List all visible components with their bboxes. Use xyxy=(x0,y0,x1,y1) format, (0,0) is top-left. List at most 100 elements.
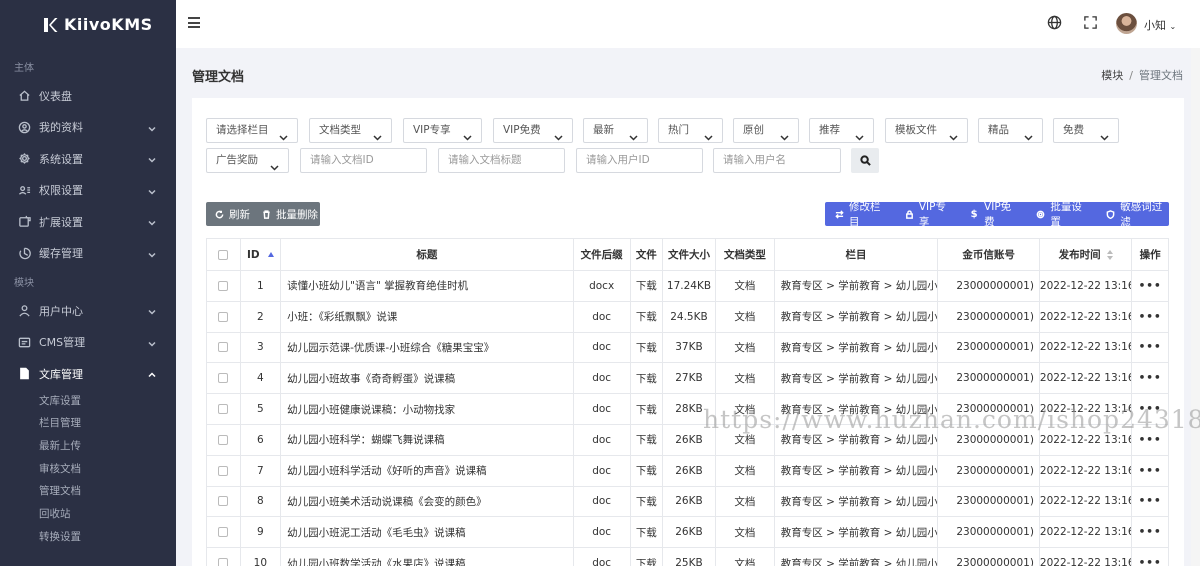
download-link[interactable]: 下载 xyxy=(629,300,664,333)
download-link[interactable]: 下载 xyxy=(629,485,664,518)
table-row[interactable]: 10 幼儿园小班数学活动《水果店》说课稿 doc 下载 25KB 文档 教育专区… xyxy=(206,547,1169,566)
row-checkbox[interactable] xyxy=(206,393,241,425)
sidebar-item-cms[interactable]: CMS管理 xyxy=(0,327,176,359)
more-actions-icon[interactable]: ••• xyxy=(1131,362,1169,395)
table-row[interactable]: 1 读懂小班幼儿"语言" 掌握教育绝佳时机 docx 下载 17.24KB 文档… xyxy=(206,270,1169,302)
sidebar-item-library[interactable]: 文库管理 xyxy=(0,358,176,390)
more-actions-icon[interactable]: ••• xyxy=(1131,300,1169,333)
table-row[interactable]: 7 幼儿园小班科学活动《好听的声音》说课稿 doc 下载 26KB 文档 教育专… xyxy=(206,454,1169,487)
document-type-select[interactable]: 文档类型 xyxy=(309,118,392,143)
table-row[interactable]: 2 小班：《彩纸飘飘》说课 doc 下载 24.5KB 文档 教育专区 > 学前… xyxy=(206,300,1169,333)
free-select[interactable]: 免费 xyxy=(1053,118,1119,143)
row-checkbox[interactable] xyxy=(206,454,241,487)
table-row[interactable]: 3 幼儿园示范课-优质课-小班综合《糖果宝宝》 doc 下载 37KB 文档 教… xyxy=(206,331,1169,364)
sidebar-subitem-library-settings[interactable]: 文库设置 xyxy=(0,390,176,413)
ad-reward-select[interactable]: 广告奖励 xyxy=(206,148,289,173)
table-row[interactable]: 4 幼儿园小班故事《奇奇孵蛋》说课稿 doc 下载 27KB 文档 教育专区 >… xyxy=(206,362,1169,395)
latest-select[interactable]: 最新 xyxy=(583,118,648,143)
table-row[interactable]: 9 幼儿园小班泥工活动《毛毛虫》说课稿 doc 下载 26KB 文档 教育专区 … xyxy=(206,516,1169,549)
fullscreen-icon[interactable] xyxy=(1083,15,1098,30)
more-actions-icon[interactable]: ••• xyxy=(1131,485,1169,518)
sidebar-item-user-center[interactable]: 用户中心 xyxy=(0,295,176,327)
download-link[interactable]: 下载 xyxy=(629,454,664,487)
download-link[interactable]: 下载 xyxy=(629,393,664,425)
original-select[interactable]: 原创 xyxy=(733,118,799,143)
row-checkbox[interactable] xyxy=(206,362,241,395)
download-link[interactable]: 下载 xyxy=(629,331,664,364)
document-id-input[interactable]: 请输入文档ID xyxy=(300,148,427,173)
sidebar-item-profile[interactable]: 我的资料 xyxy=(0,112,176,144)
cell-title[interactable]: 幼儿园示范课-优质课-小班综合《糖果宝宝》 xyxy=(280,331,574,364)
search-button[interactable] xyxy=(851,148,879,173)
sidebar-item-permissions[interactable]: 权限设置 xyxy=(0,175,176,207)
batch-delete-button[interactable]: 批量删除 xyxy=(250,207,318,222)
download-link[interactable]: 下载 xyxy=(629,270,664,302)
cell-title[interactable]: 幼儿园小班故事《奇奇孵蛋》说课稿 xyxy=(280,362,574,395)
document-title-input[interactable]: 请输入文档标题 xyxy=(438,148,565,173)
vip-exclusive-button[interactable]: VIP专享 xyxy=(888,199,954,229)
vip-exclusive-select[interactable]: VIP专享 xyxy=(403,118,482,143)
cell-title[interactable]: 幼儿园小班科学：蝴蝶飞舞说课稿 xyxy=(280,423,574,456)
sidebar-item-extensions[interactable]: 扩展设置 xyxy=(0,206,176,238)
sidebar-item-cache[interactable]: 缓存管理 xyxy=(0,238,176,270)
row-checkbox[interactable] xyxy=(206,485,241,518)
globe-icon[interactable] xyxy=(1047,15,1062,30)
user-id-input[interactable]: 请输入用户ID xyxy=(576,148,703,173)
hot-select[interactable]: 热门 xyxy=(658,118,723,143)
sidebar-item-system-settings[interactable]: 系统设置 xyxy=(0,143,176,175)
avatar[interactable] xyxy=(1116,13,1137,34)
cell-title[interactable]: 幼儿园小班美术活动说课稿《会变的颜色》 xyxy=(280,485,574,518)
batch-settings-button[interactable]: 批量设置 xyxy=(1019,199,1089,229)
more-actions-icon[interactable]: ••• xyxy=(1131,423,1169,456)
row-checkbox[interactable] xyxy=(206,423,241,456)
more-actions-icon[interactable]: ••• xyxy=(1131,331,1169,364)
vip-free-select[interactable]: VIP免费 xyxy=(493,118,573,143)
download-link[interactable]: 下载 xyxy=(629,516,664,549)
cell-title[interactable]: 幼儿园小班泥工活动《毛毛虫》说课稿 xyxy=(280,516,574,549)
premium-select[interactable]: 精品 xyxy=(978,118,1043,143)
more-actions-icon[interactable]: ••• xyxy=(1131,516,1169,549)
table-row[interactable]: 5 幼儿园小班健康说课稿：小动物找家 doc 下载 28KB 文档 教育专区 >… xyxy=(206,393,1169,425)
app-logo[interactable]: KiivoKMS xyxy=(0,0,176,48)
more-actions-icon[interactable]: ••• xyxy=(1131,454,1169,487)
sidebar-item-dashboard[interactable]: 仪表盘 xyxy=(0,80,176,112)
more-actions-icon[interactable]: ••• xyxy=(1131,547,1169,566)
column-header-date[interactable]: 发布时间 xyxy=(1038,238,1133,271)
select-all-checkbox[interactable] xyxy=(206,238,241,271)
sidebar-subitem-review-documents[interactable]: 审核文档 xyxy=(0,458,176,481)
sidebar-subitem-recycle-bin[interactable]: 回收站 xyxy=(0,503,176,526)
cell-title[interactable]: 小班：《彩纸飘飘》说课 xyxy=(280,300,574,333)
more-actions-icon[interactable]: ••• xyxy=(1131,393,1169,425)
download-link[interactable]: 下载 xyxy=(629,547,664,566)
recommend-select[interactable]: 推荐 xyxy=(809,118,874,143)
download-link[interactable]: 下载 xyxy=(629,362,664,395)
more-actions-icon[interactable]: ••• xyxy=(1131,270,1169,302)
row-checkbox[interactable] xyxy=(206,270,241,302)
table-row[interactable]: 6 幼儿园小班科学：蝴蝶飞舞说课稿 doc 下载 26KB 文档 教育专区 > … xyxy=(206,423,1169,456)
cell-title[interactable]: 读懂小班幼儿"语言" 掌握教育绝佳时机 xyxy=(280,270,574,302)
sensitive-filter-button[interactable]: 敏感词过滤 xyxy=(1089,199,1169,229)
cell-title[interactable]: 幼儿园小班数学活动《水果店》说课稿 xyxy=(280,547,574,566)
edit-column-button[interactable]: 修改栏目 xyxy=(825,199,888,229)
sidebar-subitem-column-management[interactable]: 栏目管理 xyxy=(0,412,176,435)
refresh-button[interactable]: 刷新 xyxy=(206,207,250,222)
column-header-id[interactable]: ID xyxy=(239,238,282,271)
sidebar-subitem-latest-uploads[interactable]: 最新上传 xyxy=(0,435,176,458)
cell-title[interactable]: 幼儿园小班健康说课稿：小动物找家 xyxy=(280,393,574,425)
row-checkbox[interactable] xyxy=(206,547,241,566)
user-menu[interactable]: 小知 ⌄ xyxy=(1144,17,1176,33)
download-link[interactable]: 下载 xyxy=(629,423,664,456)
breadcrumb-item-modules[interactable]: 模块 xyxy=(1101,69,1123,82)
table-row[interactable]: 8 幼儿园小班美术活动说课稿《会变的颜色》 doc 下载 26KB 文档 教育专… xyxy=(206,485,1169,518)
row-checkbox[interactable] xyxy=(206,331,241,364)
menu-toggle-icon[interactable] xyxy=(188,17,200,29)
sidebar-subitem-conversion-settings[interactable]: 转换设置 xyxy=(0,526,176,549)
vip-free-button[interactable]: $ VIP免费 xyxy=(954,199,1020,229)
scrollbar[interactable] xyxy=(1191,48,1200,566)
template-file-select[interactable]: 模板文件 xyxy=(885,118,968,143)
cell-title[interactable]: 幼儿园小班科学活动《好听的声音》说课稿 xyxy=(280,454,574,487)
username-input[interactable]: 请输入用户名 xyxy=(713,148,841,173)
row-checkbox[interactable] xyxy=(206,516,241,549)
column-select[interactable]: 请选择栏目 xyxy=(206,118,298,143)
row-checkbox[interactable] xyxy=(206,300,241,333)
